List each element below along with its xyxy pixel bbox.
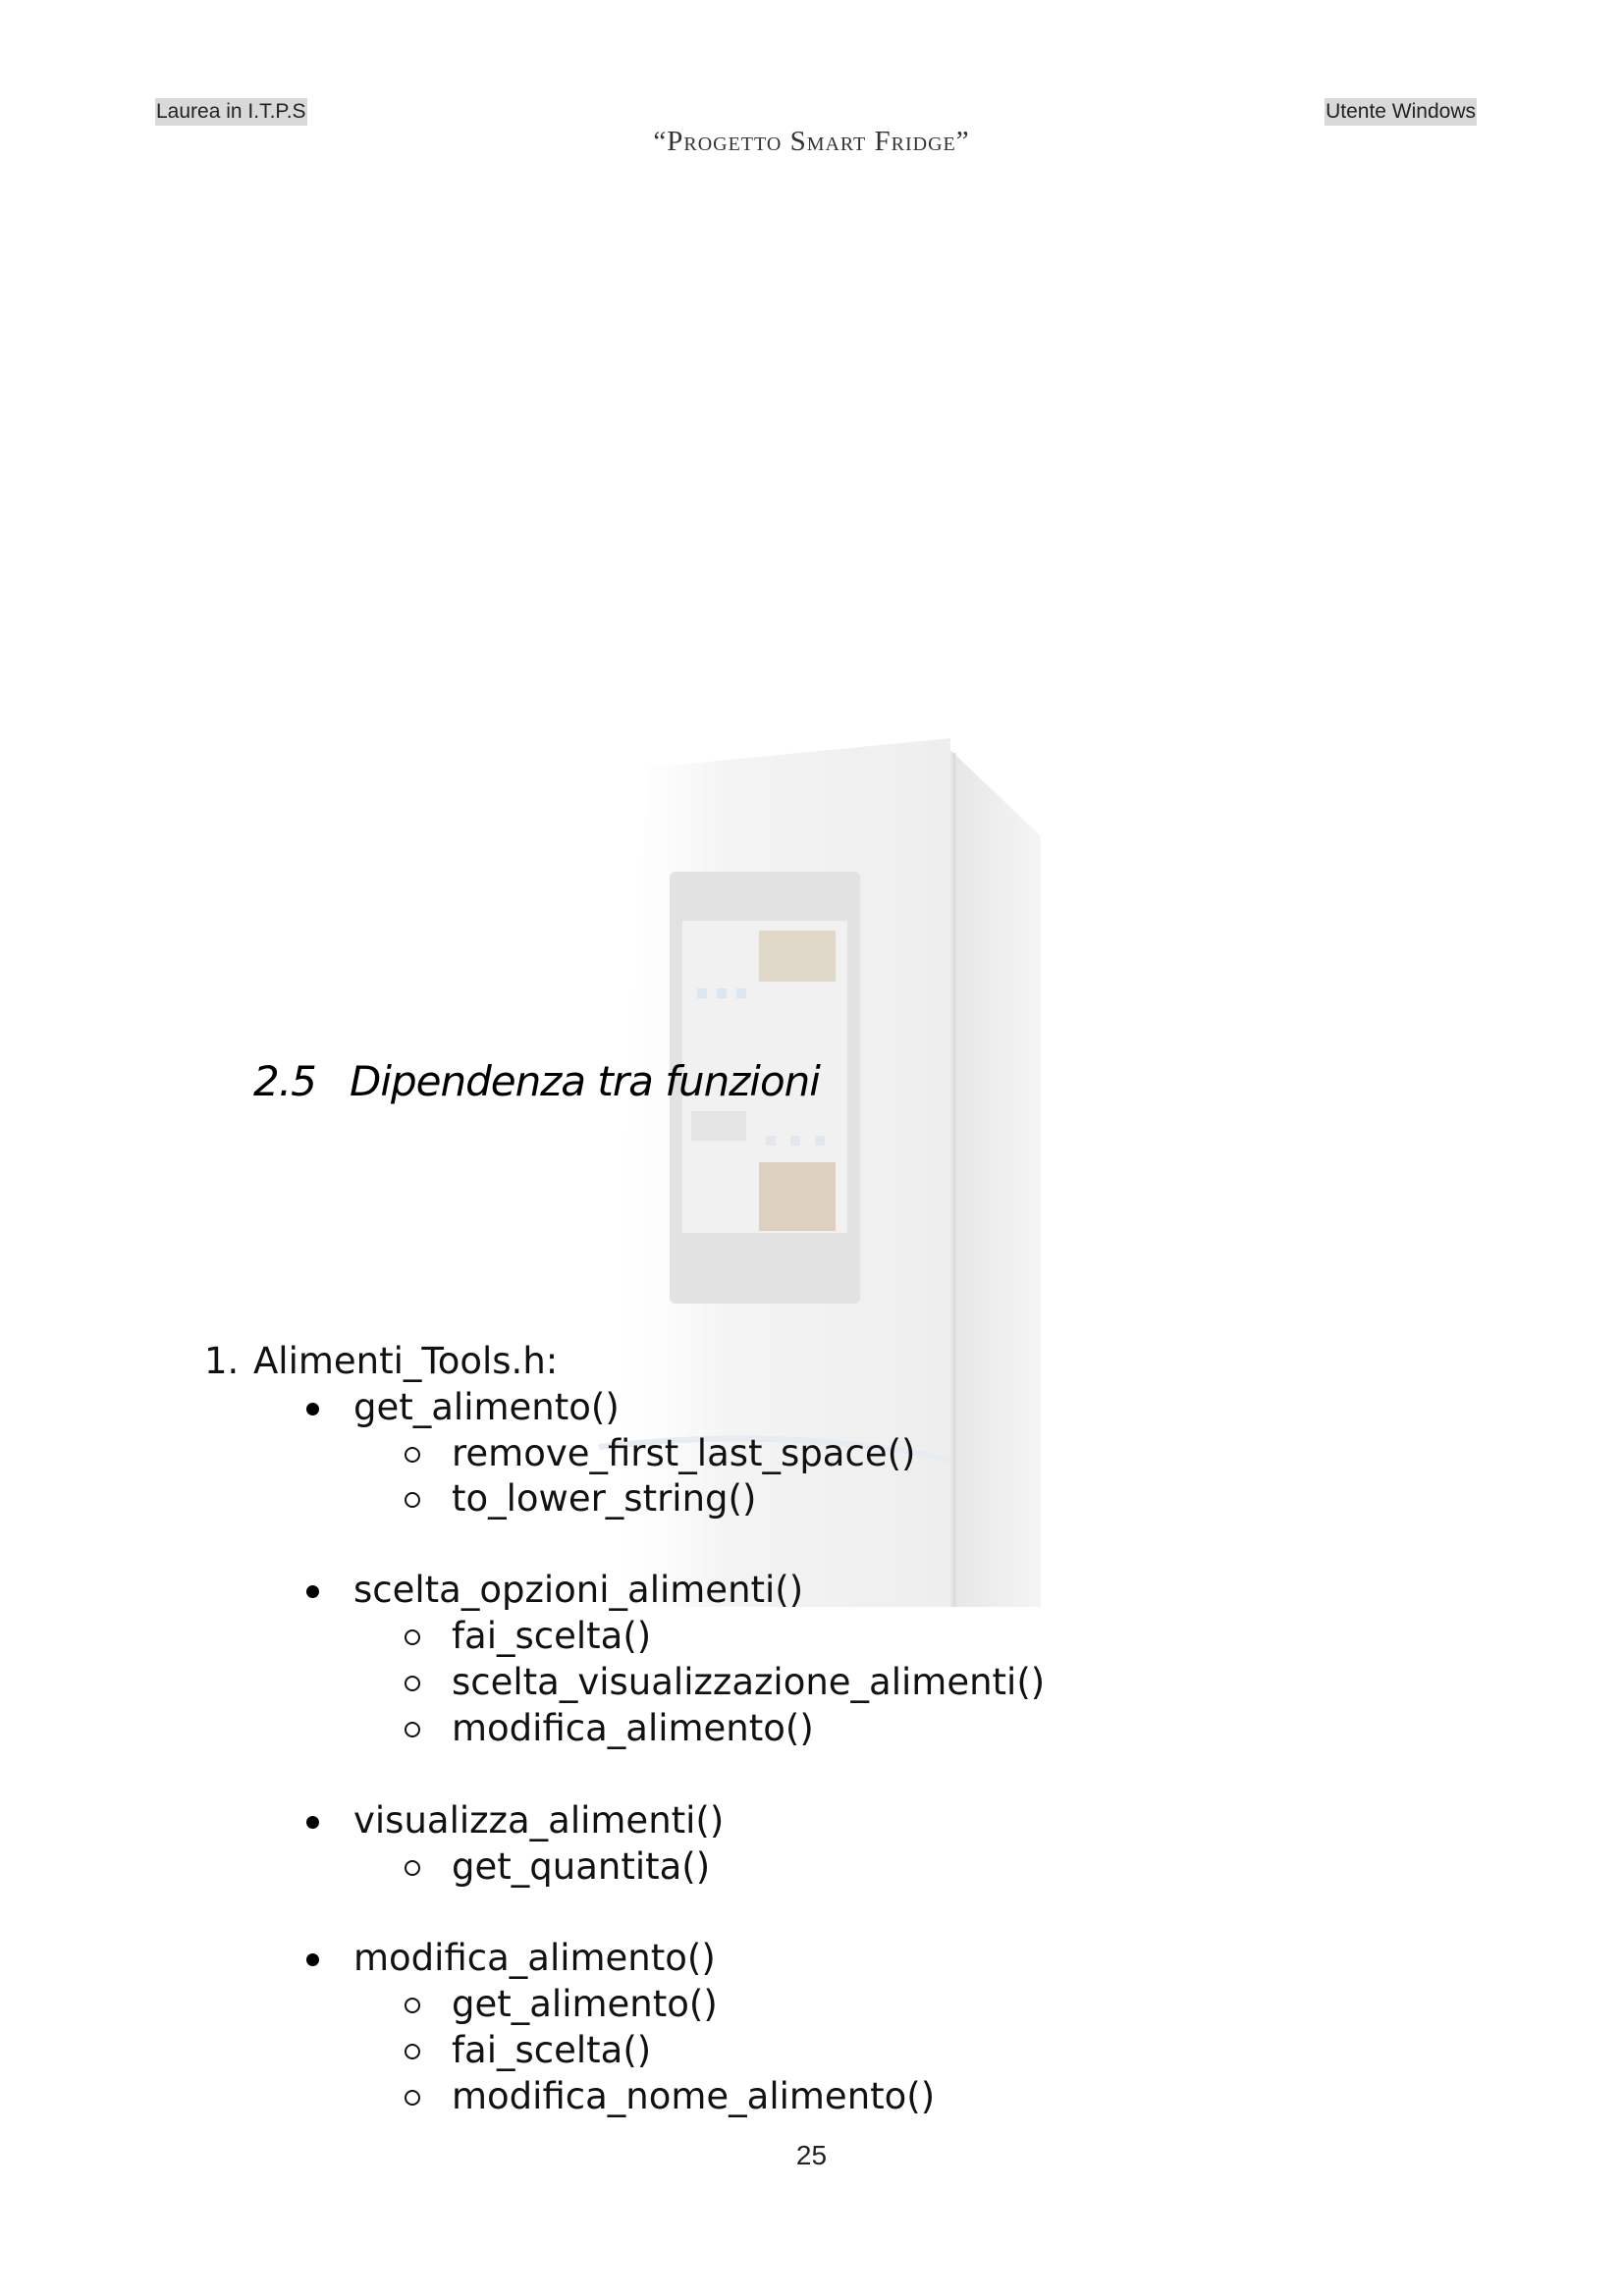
list-item-header-file: 1. Alimenti_Tools.h: [204,1338,559,1385]
bullet-icon [306,1953,319,1966]
list-item-function: modifica_alimento() [306,1935,716,1982]
circle-bullet-icon [405,1629,420,1645]
bullet-icon [306,1816,319,1829]
called-function-name: scelta_visualizzazione_alimenti() [452,1661,1046,1703]
section-number: 2.5 [253,1057,317,1105]
list-item-call: scelta_visualizzazione_alimenti() [405,1659,1046,1706]
list-item-call: remove_first_last_space() [405,1430,916,1477]
bullet-icon [306,1585,319,1598]
list-item-call: fai_scelta() [405,2027,652,2074]
list-item-call: get_alimento() [405,1981,718,2028]
called-function-name: remove_first_last_space() [452,1432,916,1474]
circle-bullet-icon [405,1676,420,1691]
called-function-name: modifica_alimento() [452,1707,814,1749]
called-function-name: fai_scelta() [452,1615,652,1657]
called-function-name: modifica_nome_alimento() [452,2075,936,2117]
called-function-name: to_lower_string() [452,1477,757,1520]
circle-bullet-icon [405,1722,420,1737]
list-item-function: scelta_opzioni_alimenti() [306,1567,804,1614]
page-number: 25 [795,2140,828,2170]
list-number: 1. [204,1340,240,1382]
header-right-text: Utente Windows [1325,98,1477,126]
called-function-name: get_quantita() [452,1845,711,1888]
circle-bullet-icon [405,2090,420,2106]
called-function-name: get_alimento() [452,1983,718,2025]
list-item-call: get_quantita() [405,1843,711,1891]
circle-bullet-icon [405,1447,420,1463]
header-left-text: Laurea in I.T.P.S [155,98,307,126]
function-name: visualizza_alimenti() [353,1799,725,1842]
circle-bullet-icon [405,1492,420,1508]
list-item-function: get_alimento() [306,1384,620,1431]
function-name: get_alimento() [353,1386,620,1428]
function-name: modifica_alimento() [353,1937,716,1979]
header-title: “Progetto Smart Fridge” [653,126,970,157]
section-title-text: Dipendenza tra funzioni [350,1057,821,1105]
circle-bullet-icon [405,2044,420,2059]
section-heading: 2.5 Dipendenza tra funzioni [253,1052,821,1111]
list-item-call: fai_scelta() [405,1613,652,1660]
bullet-icon [306,1403,319,1415]
list-item-call: modifica_alimento() [405,1705,814,1752]
list-item-function: visualizza_alimenti() [306,1797,725,1844]
list-item-call: to_lower_string() [405,1475,757,1522]
called-function-name: fai_scelta() [452,2029,652,2071]
header-file-label: Alimenti_Tools.h: [253,1340,559,1382]
circle-bullet-icon [405,1998,420,2013]
function-name: scelta_opzioni_alimenti() [353,1569,804,1611]
list-item-call: modifica_nome_alimento() [405,2073,936,2120]
circle-bullet-icon [405,1860,420,1876]
